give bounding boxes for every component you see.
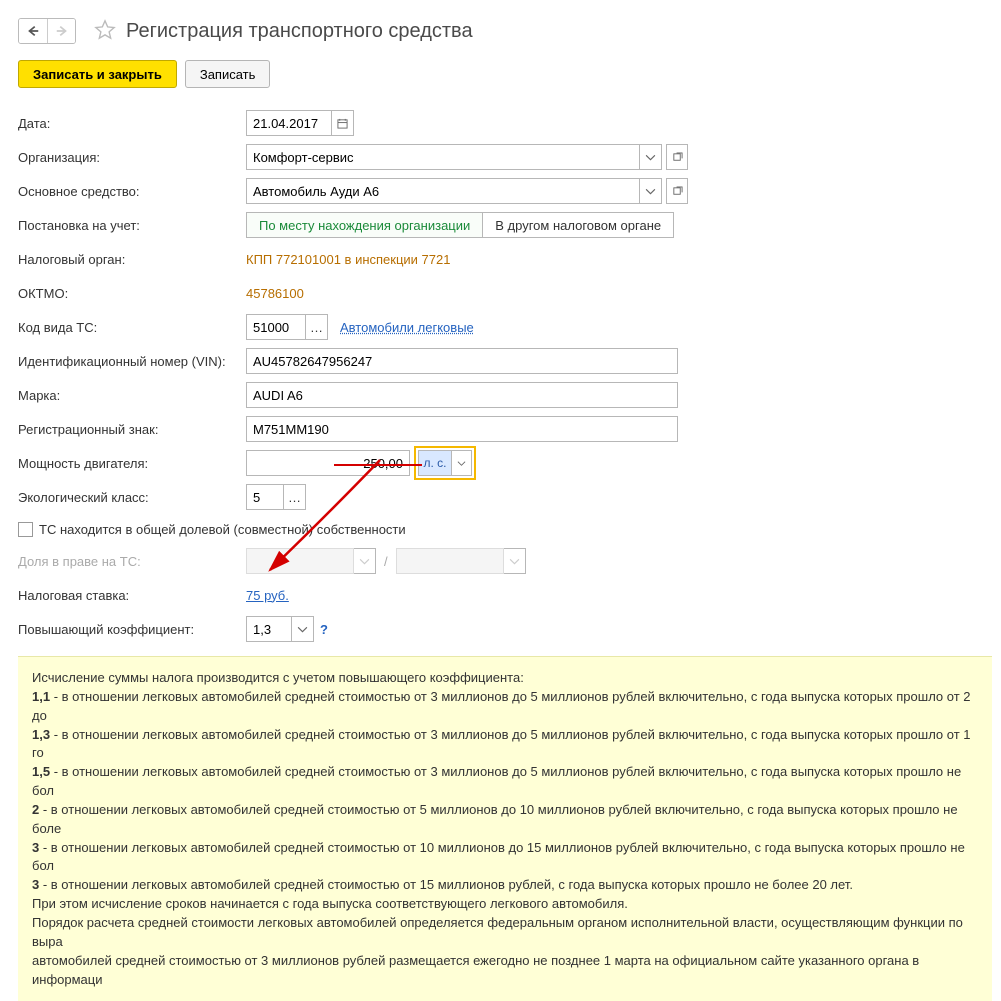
calendar-icon[interactable] xyxy=(332,110,354,136)
label-reg-plate: Регистрационный знак: xyxy=(18,422,246,437)
label-vin: Идентификационный номер (VIN): xyxy=(18,354,246,369)
save-button[interactable]: Записать xyxy=(185,60,271,88)
org-input[interactable] xyxy=(246,144,640,170)
dropdown-icon[interactable] xyxy=(292,616,314,642)
oktmo-value: 45786100 xyxy=(246,286,304,301)
reg-plate-input[interactable] xyxy=(246,416,678,442)
label-date: Дата: xyxy=(18,116,246,131)
label-asset: Основное средство: xyxy=(18,184,246,199)
favorite-icon[interactable] xyxy=(94,19,116,44)
label-code-ts: Код вида ТС: xyxy=(18,320,246,335)
power-unit-value[interactable]: л. с. xyxy=(418,450,452,476)
asset-input[interactable] xyxy=(246,178,640,204)
page-title: Регистрация транспортного средства xyxy=(126,20,473,43)
dropdown-icon[interactable] xyxy=(640,144,662,170)
open-icon[interactable] xyxy=(666,178,688,204)
share-sep: / xyxy=(384,554,388,569)
coef-input[interactable] xyxy=(246,616,292,642)
shared-label: ТС находится в общей долевой (совместной… xyxy=(39,522,406,537)
dropdown-icon xyxy=(354,548,376,574)
code-ts-input[interactable] xyxy=(246,314,306,340)
eco-input[interactable] xyxy=(246,484,284,510)
help-icon[interactable]: ? xyxy=(320,622,328,637)
vin-input[interactable] xyxy=(246,348,678,374)
date-input[interactable] xyxy=(246,110,332,136)
dropdown-icon xyxy=(504,548,526,574)
dropdown-icon[interactable] xyxy=(452,450,472,476)
info-panel: Исчисление суммы налога производится с у… xyxy=(18,656,992,1001)
label-org: Организация: xyxy=(18,150,246,165)
label-power: Мощность двигателя: xyxy=(18,456,246,471)
tax-auth-value: КПП 772101001 в инспекции 7721 xyxy=(246,252,450,267)
annotation-underline xyxy=(334,464,422,466)
ellipsis-icon[interactable]: … xyxy=(306,314,328,340)
tax-rate-link[interactable]: 75 руб. xyxy=(246,588,289,603)
nav-back-button[interactable] xyxy=(19,19,47,43)
code-ts-desc-link[interactable]: Автомобили легковые xyxy=(340,320,474,335)
nav-forward-button[interactable] xyxy=(47,19,75,43)
label-oktmo: ОКТМО: xyxy=(18,286,246,301)
power-unit-highlight: л. с. xyxy=(414,446,476,480)
label-tax-auth: Налоговый орган: xyxy=(18,252,246,267)
label-eco: Экологический класс: xyxy=(18,490,246,505)
label-share: Доля в праве на ТС: xyxy=(18,554,246,569)
share-den-input xyxy=(396,548,504,574)
save-close-button[interactable]: Записать и закрыть xyxy=(18,60,177,88)
open-icon[interactable] xyxy=(666,144,688,170)
shared-checkbox[interactable] xyxy=(18,522,33,537)
ellipsis-icon[interactable]: … xyxy=(284,484,306,510)
share-num-input xyxy=(246,548,354,574)
label-coef: Повышающий коэффициент: xyxy=(18,622,246,637)
label-brand: Марка: xyxy=(18,388,246,403)
reg-option-local[interactable]: По месту нахождения организации xyxy=(246,212,483,238)
power-input[interactable] xyxy=(246,450,410,476)
label-registration: Постановка на учет: xyxy=(18,218,246,233)
dropdown-icon[interactable] xyxy=(640,178,662,204)
brand-input[interactable] xyxy=(246,382,678,408)
reg-option-other[interactable]: В другом налоговом органе xyxy=(483,212,674,238)
label-tax-rate: Налоговая ставка: xyxy=(18,588,246,603)
